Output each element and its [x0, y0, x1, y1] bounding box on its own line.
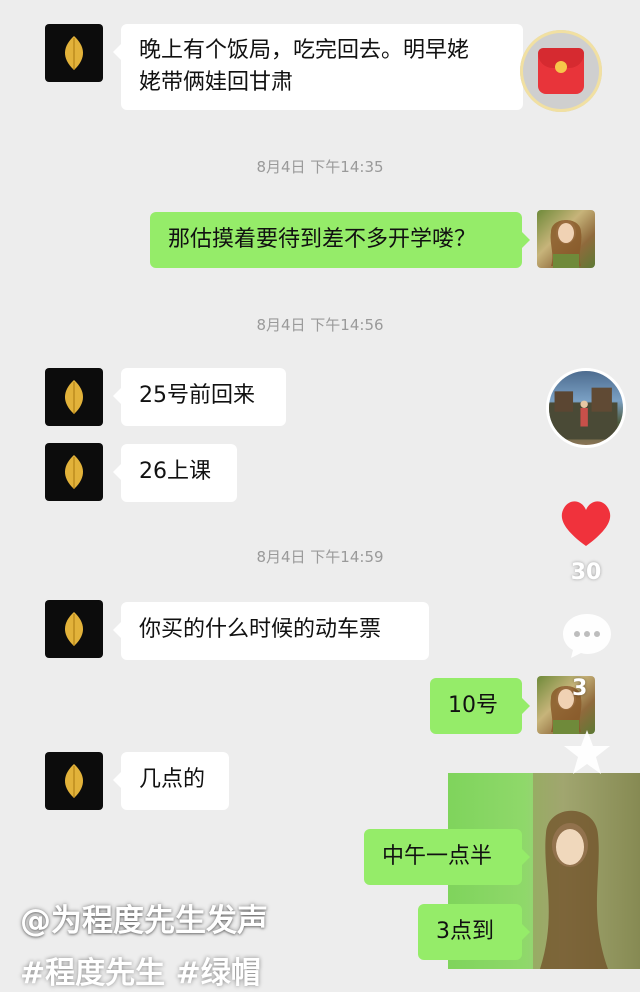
video-caption: @为程度先生发声 [20, 903, 268, 939]
message-text: 姥带俩娃回甘肃 [139, 70, 294, 95]
message-bubble-received[interactable]: 25号前回来 [113, 368, 286, 426]
message-bubble-received[interactable]: 你买的什么时候的动车票 [113, 602, 429, 660]
contact-avatar[interactable] [45, 600, 103, 658]
message-bubble-received[interactable]: 26上课 [113, 444, 237, 502]
message-bubble-sent[interactable]: 那估摸着要待到差不多开学喽？ [150, 212, 530, 268]
message-text: 那估摸着要待到差不多开学喽？ [168, 227, 477, 252]
message-text: 你买的什么时候的动车票 [139, 617, 382, 642]
timestamp: 8月4日 下午14:35 [256, 158, 384, 176]
like-count: 30 [570, 560, 602, 585]
leaf-avatar-icon [64, 612, 84, 646]
red-packet-button[interactable] [520, 30, 602, 112]
message-bubble-sent[interactable]: 10号 [430, 678, 530, 734]
red-packet-icon [538, 48, 584, 94]
message-text: 晚上有个饭局，吃完回去。明早姥 [139, 38, 470, 63]
message-bubble-received[interactable]: 晚上有个饭局，吃完回去。明早姥 姥带俩娃回甘肃 [113, 24, 523, 110]
contact-avatar[interactable] [45, 368, 103, 426]
leaf-avatar-icon [64, 764, 84, 798]
message-bubble-sent[interactable]: 中午一点半 [364, 829, 530, 885]
message-text: 25号前回来 [139, 383, 255, 408]
leaf-avatar-icon [64, 36, 84, 70]
portrait-avatar-icon [550, 220, 582, 268]
message-text: 几点的 [139, 767, 206, 792]
message-bubble-received[interactable]: 几点的 [113, 752, 229, 810]
my-avatar[interactable] [537, 210, 595, 268]
message-text: 10号 [448, 693, 498, 718]
contact-avatar[interactable] [45, 24, 103, 82]
leaf-avatar-icon [64, 455, 84, 489]
timestamp: 8月4日 下午14:59 [256, 548, 384, 566]
star-icon[interactable] [560, 726, 614, 780]
creator-avatar[interactable] [546, 368, 626, 448]
contact-avatar[interactable] [45, 752, 103, 810]
leaf-avatar-icon [64, 380, 84, 414]
heart-icon[interactable] [556, 492, 616, 552]
contact-avatar[interactable] [45, 443, 103, 501]
comment-icon[interactable] [560, 610, 614, 660]
timestamp: 8月4日 下午14:56 [256, 316, 384, 334]
video-hashtags[interactable]: #程度先生 #绿帽 [20, 948, 261, 992]
message-text: 中午一点半 [382, 844, 493, 869]
message-text: 26上课 [139, 459, 211, 484]
message-text: 3点到 [436, 919, 494, 944]
message-bubble-sent[interactable]: 3点到 [418, 904, 530, 960]
comment-count: 3 [572, 676, 588, 701]
